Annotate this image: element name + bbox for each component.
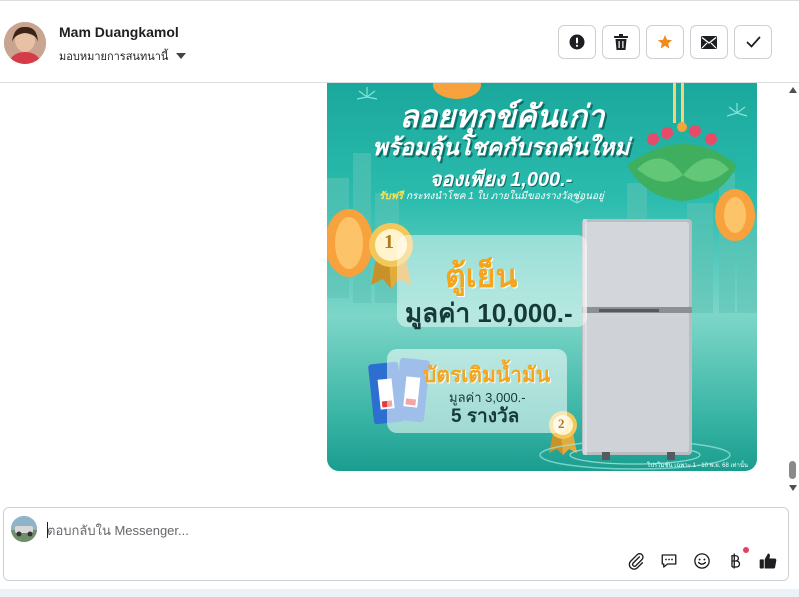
prize2-count: 5 รางวัล [451,406,520,427]
reply-input[interactable] [47,520,747,540]
promo-free-gift: รับฟรี กระทงนำโชค 1 ใบ ภายในมีของรางวัลซ… [379,189,604,204]
mark-unread-button[interactable] [690,25,728,59]
scroll-up-arrow-icon[interactable] [789,87,797,93]
attach-file-button[interactable] [626,551,646,571]
thumbs-up-icon [759,553,777,569]
promo-image-message[interactable]: ลอยทุกข์คันเก่า พร้อมลุ้นโชคกับรถคันใหม่… [327,83,757,471]
page-avatar [11,516,37,542]
thread-scrollbar[interactable] [787,83,799,495]
promo-free-label: รับฟรี [379,191,404,202]
envelope-icon [701,35,717,49]
notification-dot [743,547,749,553]
prize2-rank-badge: 2 [558,416,565,431]
send-like-button[interactable] [758,551,778,571]
trash-icon [614,34,628,50]
contact-name[interactable]: Mam Duangkamol [59,24,179,40]
conversation-header: Mam Duangkamol มอบหมายการสนทนานี้ [0,0,799,83]
baht-payment-icon [731,553,741,569]
prize1-value: มูลค่า 10,000.- [405,298,573,328]
alert-icon [569,34,585,50]
assign-label: มอบหมายการสนทนานี้ [59,51,169,63]
composer-tools [626,547,778,571]
prize1-rank-badge: 1 [384,231,394,253]
scroll-thumb[interactable] [789,461,796,479]
scroll-down-arrow-icon[interactable] [789,485,797,491]
mark-done-button[interactable] [734,25,772,59]
bottom-strip [0,589,799,597]
promo-title-line2: พร้อมลุ้นโชคกับรถคันใหม่ [372,134,630,160]
mark-spam-button[interactable] [558,25,596,59]
header-actions [558,25,772,59]
follow-up-button[interactable] [646,25,684,59]
promo-footnote: โปรโมชั่น เฉพาะ 1 - 10 พ.ย. 68 เท่านั้น [647,463,749,469]
emoji-button[interactable] [692,551,712,571]
chevron-down-icon[interactable] [176,53,187,59]
message-thread[interactable]: ลอยทุกข์คันเก่า พร้อมลุ้นโชคกับรถคันใหม่… [0,83,799,495]
saved-reply-icon [661,554,677,568]
paperclip-icon [628,553,644,570]
assign-conversation-dropdown[interactable]: มอบหมายการสนทนานี้ [59,47,187,65]
promo-free-text: กระทงนำโชค 1 ใบ ภายในมีของรางวัลซ่อนอยู่ [405,191,604,202]
check-icon [746,36,760,48]
payment-button[interactable] [725,547,749,571]
saved-replies-button[interactable] [659,551,679,571]
contact-avatar[interactable] [4,22,46,64]
reply-composer [3,507,789,581]
delete-button[interactable] [602,25,640,59]
inbox-conversation-view: Mam Duangkamol มอบหมายการสนทนานี้ ลอยทุก… [0,0,799,597]
emoji-icon [694,553,710,569]
star-icon [657,35,673,49]
